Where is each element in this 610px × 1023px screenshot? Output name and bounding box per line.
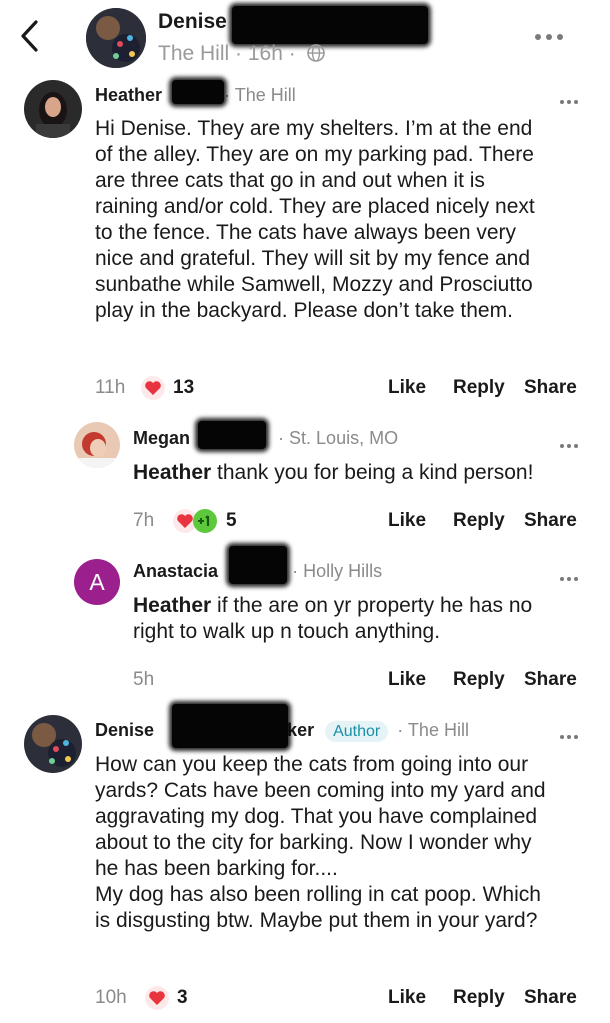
avatar-photo (86, 8, 146, 68)
share-button[interactable]: Share (524, 377, 577, 399)
chevron-left-icon (21, 20, 38, 52)
commenter-location: · St. Louis, MO (278, 428, 399, 448)
redaction-box (232, 6, 428, 44)
comment-line: nice and grateful. They will sit by my f… (95, 247, 531, 270)
avatar[interactable] (24, 715, 82, 773)
like-button[interactable]: Like (388, 377, 426, 399)
comment-line: to the fence. The cats have always been … (95, 221, 517, 244)
comment-line: is disgusting btw. Maybe put them in you… (95, 909, 538, 932)
comment-line: Hi Denise. They are my shelters. I’m at … (95, 117, 533, 140)
more-options-button[interactable] (535, 27, 571, 40)
plus-one-icon (193, 509, 217, 533)
comment-time: 7h (133, 510, 155, 531)
avatar[interactable] (74, 422, 120, 468)
reaction-badge[interactable] (173, 508, 221, 534)
author-badge: Author (325, 721, 389, 742)
heart-icon (177, 514, 193, 528)
redaction-box (198, 421, 266, 449)
redaction-box (172, 80, 224, 104)
post-meta: The Hill · 16h · (158, 42, 326, 66)
comment-line: of the alley. They are on my parking pad… (95, 143, 534, 166)
commenter-name[interactable]: Megan (133, 428, 190, 448)
comment-line: right to walk up n touch anything. (133, 620, 441, 643)
back-button[interactable] (14, 16, 46, 56)
share-button[interactable]: Share (524, 987, 577, 1009)
heart-icon (145, 381, 161, 395)
reply-button[interactable]: Reply (453, 669, 505, 691)
share-button[interactable]: Share (524, 510, 577, 532)
commenter-location: · Holly Hills (292, 561, 383, 581)
redaction-box (229, 546, 287, 584)
commenter-name[interactable]: Denise (95, 720, 154, 740)
share-button[interactable]: Share (524, 669, 577, 691)
comment-more-button[interactable] (560, 568, 596, 581)
avatar-letter: A (89, 568, 105, 595)
comment-time: 5h (133, 669, 155, 690)
reply-button[interactable]: Reply (453, 987, 505, 1009)
comment-line: about to the city for barking. Now I won… (95, 831, 532, 854)
comment-line: raining and/or cold. They are placed nic… (95, 195, 535, 218)
avatar-photo (24, 80, 82, 138)
comment-time: 10h (95, 987, 127, 1008)
comment-line: How can you keep the cats from going int… (95, 753, 529, 776)
commenter-location: · The Hill (397, 720, 469, 740)
post-meta-text: The Hill · 16h · (158, 42, 296, 65)
post-author-name[interactable]: Denise (158, 10, 227, 34)
globe-icon (306, 44, 325, 62)
comment-line: aggravating my dog. That you have compla… (95, 805, 538, 828)
avatar-photo (24, 715, 82, 773)
commenter-name-tail: ker (287, 720, 315, 740)
avatar[interactable] (86, 8, 146, 68)
comment-line: he has been barking for.... (95, 857, 338, 880)
redaction-box (172, 704, 288, 748)
reply-button[interactable]: Reply (453, 377, 505, 399)
comment-text: if the are on yr property he has no (211, 594, 533, 617)
comment-body: Heather if the are on yr property he has… (133, 593, 532, 645)
like-button[interactable]: Like (388, 987, 426, 1009)
comment-line: sunbathe while Samwell, Mozzy and Prosci… (95, 273, 533, 296)
avatar-photo (74, 422, 120, 468)
comment-line: Heather if the are on yr property he has… (133, 593, 532, 619)
comment-time: 11h (95, 377, 126, 398)
avatar[interactable]: A (74, 559, 120, 605)
comment-more-button[interactable] (560, 435, 596, 448)
mention-link[interactable]: Heather (133, 594, 211, 617)
comment-text: thank you for being a kind person! (211, 461, 534, 484)
commenter-name[interactable]: Anastacia (133, 561, 218, 581)
reaction-badge[interactable] (141, 376, 165, 400)
comment-more-button[interactable] (560, 91, 596, 104)
reaction-count[interactable]: 5 (226, 510, 237, 532)
comment-line: My dog has also been rolling in cat poop… (95, 883, 541, 906)
reply-button[interactable]: Reply (453, 510, 505, 532)
comment-more-button[interactable] (560, 726, 596, 739)
author-first-name: Denise (158, 10, 227, 33)
avatar[interactable] (24, 80, 82, 138)
comment-line: yards? Cats have been coming into my yar… (95, 779, 546, 802)
reaction-count[interactable]: 13 (173, 377, 194, 399)
commenter-location: · The Hill (224, 85, 296, 105)
reaction-badge[interactable] (145, 986, 169, 1010)
comment-body: Heather thank you for being a kind perso… (133, 460, 533, 486)
reaction-count[interactable]: 3 (177, 987, 188, 1009)
like-button[interactable]: Like (388, 510, 426, 532)
comment-line: play in the backyard. Please don’t take … (95, 299, 513, 322)
comment-line: are three cats that go in and out when i… (95, 169, 485, 192)
comment-body: How can you keep the cats from going int… (95, 752, 600, 934)
commenter-name[interactable]: Heather (95, 85, 162, 105)
comment-body: Hi Denise. They are my shelters. I’m at … (95, 116, 595, 324)
like-button[interactable]: Like (388, 669, 426, 691)
heart-icon (149, 991, 165, 1005)
mention-link[interactable]: Heather (133, 461, 211, 484)
